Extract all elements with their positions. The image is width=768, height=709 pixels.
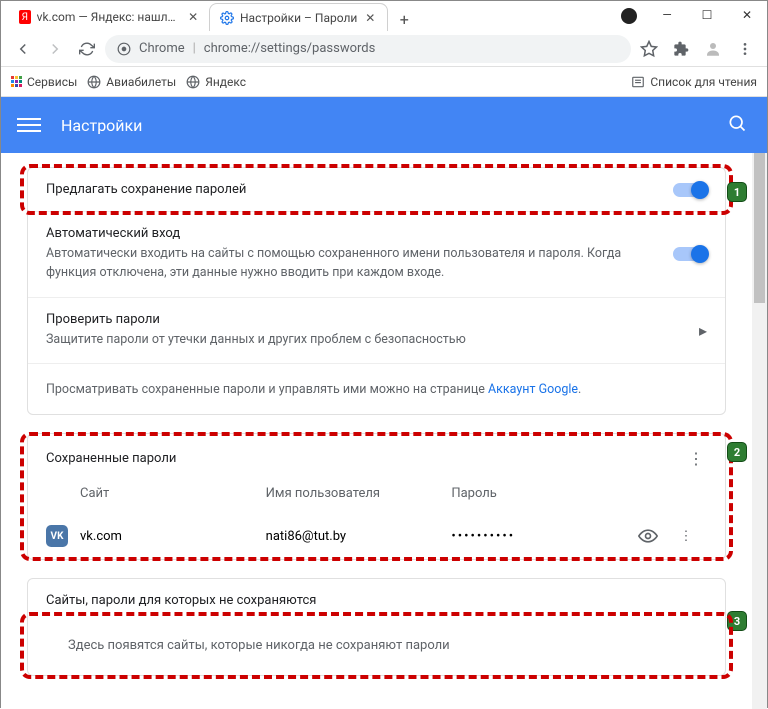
profile-button[interactable] [699, 35, 727, 63]
reload-button[interactable] [73, 35, 101, 63]
settings-content: Предлагать сохранение паролей 1 Автомати… [1, 153, 752, 709]
auto-login-toggle[interactable] [673, 247, 707, 261]
account-indicator-icon[interactable] [621, 8, 637, 24]
password-site: vk.com [80, 529, 266, 544]
apps-grid-icon [11, 76, 22, 87]
check-pwd-subtitle: Защитите пароли от утечки данных и други… [46, 331, 699, 350]
chevron-right-icon: ▸ [699, 321, 707, 340]
passwords-table-header: Сайт Имя пользователя Пароль [28, 476, 725, 513]
hamburger-menu-button[interactable] [17, 113, 41, 137]
page-title: Настройки [61, 116, 727, 135]
search-button[interactable] [727, 113, 751, 137]
settings-header: Настройки [1, 97, 767, 153]
col-password: Пароль [451, 486, 637, 501]
annotation-badge-1: 1 [727, 182, 747, 202]
forward-button[interactable] [41, 35, 69, 63]
auto-login-title: Автоматический вход [46, 226, 673, 241]
origin-label: Chrome [139, 41, 185, 56]
passwords-main-card: Предлагать сохранение паролей 1 Автомати… [27, 167, 726, 415]
tab-label: vk.com — Яндекс: нашлось 110 [37, 10, 182, 24]
browser-toolbar: Chrome | chrome://settings/passwords [1, 31, 767, 67]
window-controls: — ☐ ✕ [647, 1, 767, 31]
reveal-password-button[interactable] [637, 525, 659, 547]
window-titlebar: Я vk.com — Яндекс: нашлось 110 ✕ Настрой… [1, 1, 767, 31]
globe-icon [186, 75, 200, 89]
offer-save-toggle[interactable] [673, 183, 707, 197]
close-window-button[interactable]: ✕ [727, 1, 767, 29]
extensions-button[interactable] [667, 35, 695, 63]
reading-list-label: Список для чтения [650, 75, 757, 89]
offer-save-passwords-row[interactable]: Предлагать сохранение паролей 1 [28, 168, 725, 212]
bookmark-aviasales[interactable]: Авиабилеты [87, 75, 176, 89]
reading-list-button[interactable]: Список для чтения [631, 75, 757, 89]
check-passwords-row[interactable]: Проверить пароли Защитите пароли от утеч… [28, 298, 725, 365]
auto-login-row[interactable]: Автоматический вход Автоматически входит… [28, 212, 725, 298]
close-icon[interactable]: ✕ [187, 10, 199, 24]
col-site: Сайт [80, 486, 266, 501]
bookmarks-bar: Сервисы Авиабилеты Яндекс Список для чте… [1, 67, 767, 97]
omnibox-separator: | [193, 41, 196, 56]
saved-passwords-title: Сохраненные пароли [46, 451, 687, 466]
check-pwd-title: Проверить пароли [46, 312, 699, 327]
password-row-more-button[interactable]: ⋮ [677, 526, 697, 546]
col-user: Имя пользователя [266, 486, 452, 501]
never-saved-title: Сайты, пароли для которых не сохраняются [46, 593, 707, 608]
url-path: chrome://settings/passwords [204, 41, 376, 56]
close-icon[interactable]: ✕ [363, 11, 377, 25]
reading-list-icon [631, 75, 645, 89]
tab-strip: Я vk.com — Яндекс: нашлось 110 ✕ Настрой… [1, 1, 611, 31]
bookmark-label: Сервисы [27, 75, 77, 89]
chrome-settings-favicon-icon [220, 11, 234, 25]
google-acc-prefix: Просматривать сохраненные пароли и управ… [46, 382, 488, 397]
star-bookmark-button[interactable] [635, 35, 663, 63]
address-bar[interactable]: Chrome | chrome://settings/passwords [105, 35, 631, 63]
google-account-row: Просматривать сохраненные пароли и управ… [28, 364, 725, 414]
password-username: nati86@tut.by [266, 529, 452, 544]
auto-login-subtitle: Автоматически входить на сайты с помощью… [46, 245, 673, 283]
bookmark-label: Яндекс [205, 75, 246, 89]
bookmark-yandex[interactable]: Яндекс [186, 75, 246, 89]
annotation-badge-2: 2 [727, 442, 747, 462]
never-saved-header: Сайты, пароли для которых не сохраняются [28, 579, 725, 616]
maximize-button[interactable]: ☐ [687, 1, 727, 29]
never-saved-empty-text: Здесь появятся сайты, которые никогда не… [28, 616, 725, 675]
tab-settings-passwords[interactable]: Настройки – Пароли ✕ [209, 3, 388, 31]
saved-passwords-more-button[interactable]: ⋮ [687, 448, 707, 468]
saved-passwords-header: Сохраненные пароли ⋮ [28, 434, 725, 476]
annotation-badge-3: 3 [727, 611, 747, 631]
never-saved-card: 3 Сайты, пароли для которых не сохраняют… [27, 578, 726, 676]
password-masked: •••••••••• [451, 529, 637, 544]
apps-shortcut[interactable]: Сервисы [11, 75, 77, 89]
scrollbar-thumb[interactable] [754, 153, 765, 303]
back-button[interactable] [9, 35, 37, 63]
google-account-link[interactable]: Аккаунт Google [488, 382, 578, 397]
chrome-origin-icon [117, 42, 131, 56]
saved-passwords-card: 2 Сохраненные пароли ⋮ Сайт Имя пользова… [27, 433, 726, 560]
tab-yandex[interactable]: Я vk.com — Яндекс: нашлось 110 ✕ [9, 3, 209, 31]
vertical-scrollbar[interactable] [752, 153, 767, 709]
globe-icon [87, 75, 101, 89]
minimize-button[interactable]: — [647, 1, 687, 29]
yandex-favicon-icon: Я [19, 10, 31, 24]
bookmark-label: Авиабилеты [106, 75, 176, 89]
new-tab-button[interactable]: + [392, 7, 416, 31]
offer-save-title: Предлагать сохранение паролей [46, 182, 673, 197]
vk-site-icon: VK [46, 525, 68, 547]
google-acc-suffix: . [578, 382, 581, 397]
menu-button[interactable] [731, 35, 759, 63]
password-row-vk[interactable]: VK vk.com nati86@tut.by •••••••••• ⋮ [28, 513, 725, 559]
tab-label: Настройки – Пароли [240, 11, 357, 25]
